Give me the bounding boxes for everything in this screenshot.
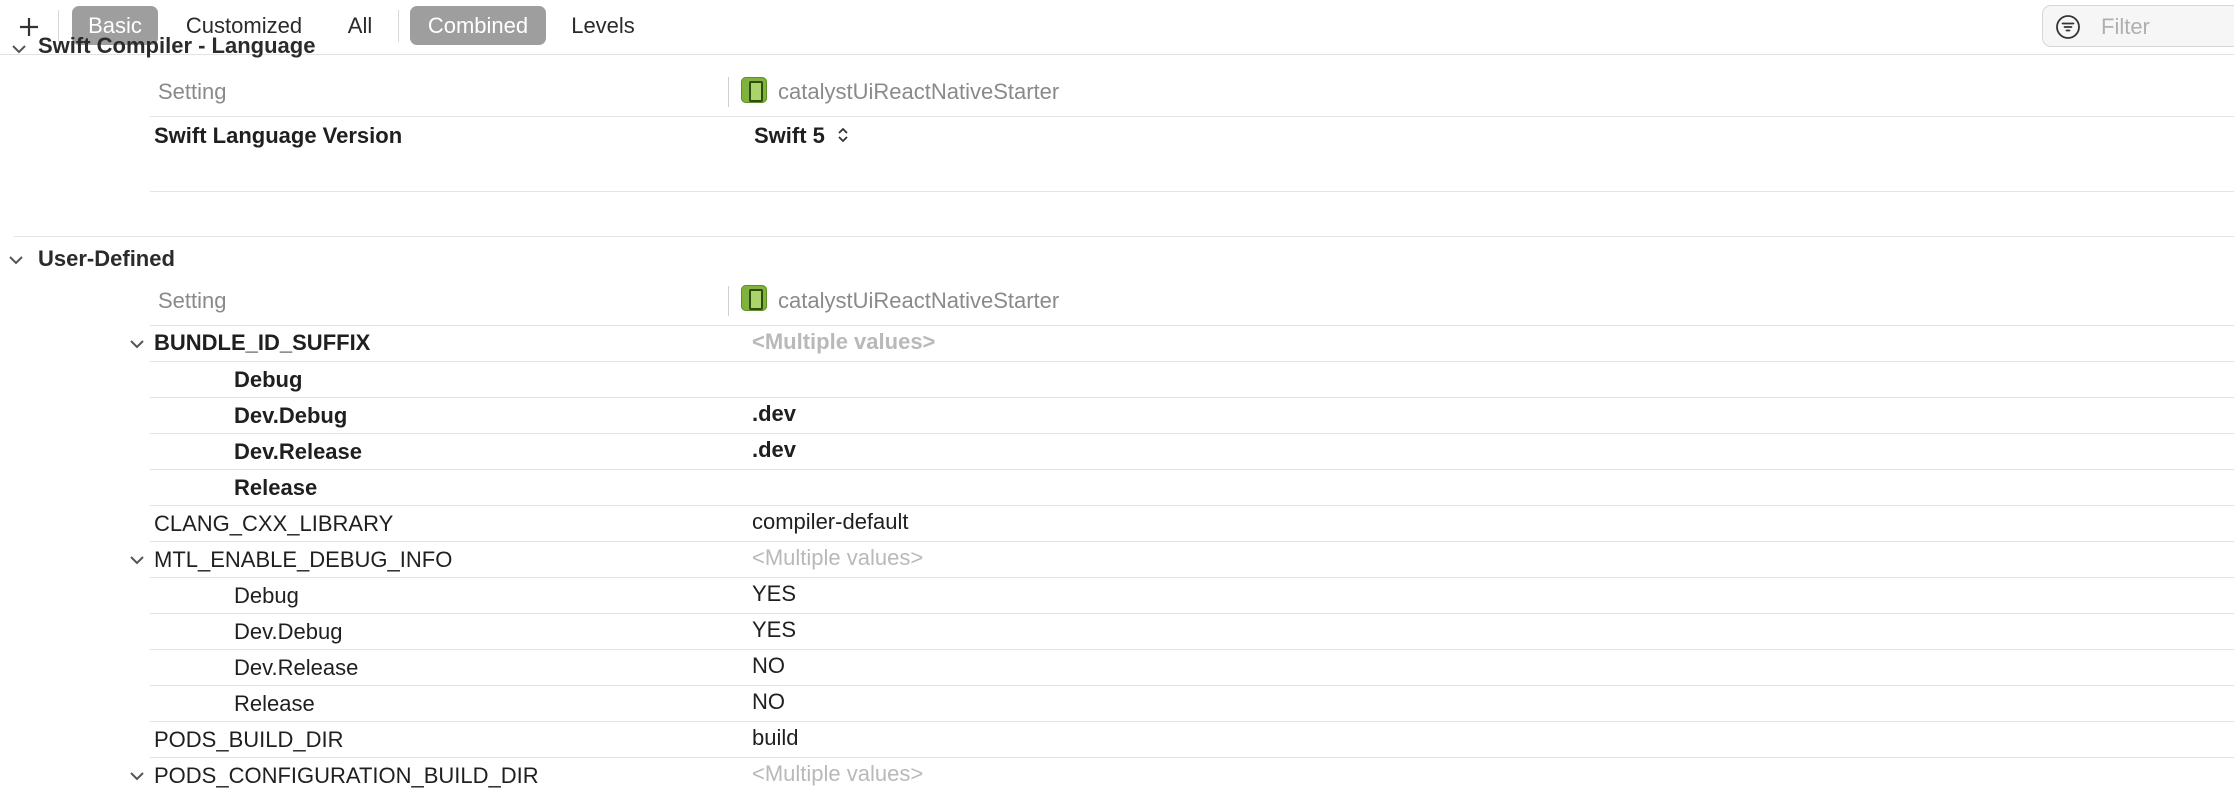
setting-value-pods-configuration-build-dir[interactable]: <Multiple values>	[752, 761, 923, 787]
segment-levels[interactable]: Levels	[558, 6, 648, 45]
config-value-release[interactable]: NO	[752, 689, 785, 715]
column-header-setting: Setting	[158, 288, 227, 313]
app-target-icon	[741, 285, 767, 311]
row-divider	[150, 191, 2234, 192]
row-divider	[150, 116, 2234, 117]
setting-value-pods-build-dir[interactable]: build	[752, 725, 798, 751]
chevron-down-icon[interactable]	[128, 335, 146, 353]
setting-value-bundle-id-suffix[interactable]: <Multiple values>	[752, 329, 935, 355]
filter-input[interactable]	[2099, 12, 2233, 42]
setting-key-mtl-enable-debug-info[interactable]: MTL_ENABLE_DEBUG_INFO	[154, 547, 452, 573]
config-value-dev-debug[interactable]: .dev	[752, 401, 796, 427]
row-divider	[150, 505, 2234, 506]
setting-value-clang-cxx-library[interactable]: compiler-default	[752, 509, 909, 535]
toolbar: Basic Customized All Combined Levels	[0, 0, 2234, 55]
setting-key-clang-cxx-library[interactable]: CLANG_CXX_LIBRARY	[154, 511, 393, 537]
app-target-icon	[741, 77, 767, 103]
config-value-dev-release[interactable]: .dev	[752, 437, 796, 463]
config-key-debug[interactable]: Debug	[234, 583, 299, 609]
row-divider	[150, 649, 2234, 650]
config-value-debug[interactable]: YES	[752, 581, 796, 607]
column-header-target: catalystUiReactNativeStarter	[778, 288, 1060, 313]
config-key-debug[interactable]: Debug	[234, 367, 302, 393]
chevron-down-icon[interactable]	[128, 551, 146, 569]
section-divider	[14, 236, 2234, 237]
column-divider	[728, 286, 729, 316]
row-divider	[150, 433, 2234, 434]
config-key-dev-debug[interactable]: Dev.Debug	[234, 619, 342, 645]
config-key-release[interactable]: Release	[234, 691, 315, 717]
config-value-dev-release[interactable]: NO	[752, 653, 785, 679]
row-divider	[150, 577, 2234, 578]
config-value-dev-debug[interactable]: YES	[752, 617, 796, 643]
up-down-chevron-icon	[837, 124, 849, 150]
column-divider	[728, 77, 729, 107]
segment-combined[interactable]: Combined	[410, 6, 546, 45]
row-divider	[150, 757, 2234, 758]
column-header-setting: Setting	[158, 79, 227, 104]
row-divider	[150, 721, 2234, 722]
section-title-swift-compiler: Swift Compiler - Language	[38, 33, 316, 58]
config-key-release[interactable]: Release	[234, 475, 317, 501]
row-divider	[150, 361, 2234, 362]
row-divider	[150, 685, 2234, 686]
filter-field[interactable]	[2042, 5, 2234, 47]
setting-key-bundle-id-suffix[interactable]: BUNDLE_ID_SUFFIX	[154, 330, 370, 356]
setting-value-swift-version: Swift 5	[754, 123, 825, 148]
setting-value-mtl-enable-debug-info[interactable]: <Multiple values>	[752, 545, 923, 571]
section-title-user-defined: User-Defined	[38, 246, 175, 271]
config-key-dev-release[interactable]: Dev.Release	[234, 655, 358, 681]
segment-all[interactable]: All	[334, 6, 386, 45]
row-divider	[150, 613, 2234, 614]
config-key-dev-debug[interactable]: Dev.Debug	[234, 403, 347, 429]
filter-icon	[2055, 14, 2081, 40]
row-divider	[150, 397, 2234, 398]
setting-key-pods-configuration-build-dir[interactable]: PODS_CONFIGURATION_BUILD_DIR	[154, 763, 539, 789]
swift-version-popup[interactable]: Swift 5	[754, 123, 849, 150]
row-divider	[150, 541, 2234, 542]
chevron-down-icon[interactable]	[10, 40, 28, 58]
build-settings-editor: Swift Compiler - Language Setting cataly…	[0, 33, 2234, 796]
row-divider	[150, 325, 2234, 326]
row-divider	[150, 469, 2234, 470]
toolbar-divider	[398, 10, 399, 42]
config-key-dev-release[interactable]: Dev.Release	[234, 439, 362, 465]
chevron-down-icon[interactable]	[7, 251, 25, 269]
setting-key-pods-build-dir[interactable]: PODS_BUILD_DIR	[154, 727, 344, 753]
setting-key-swift-version: Swift Language Version	[154, 123, 403, 148]
column-header-target: catalystUiReactNativeStarter	[778, 79, 1060, 104]
chevron-down-icon[interactable]	[128, 767, 146, 785]
